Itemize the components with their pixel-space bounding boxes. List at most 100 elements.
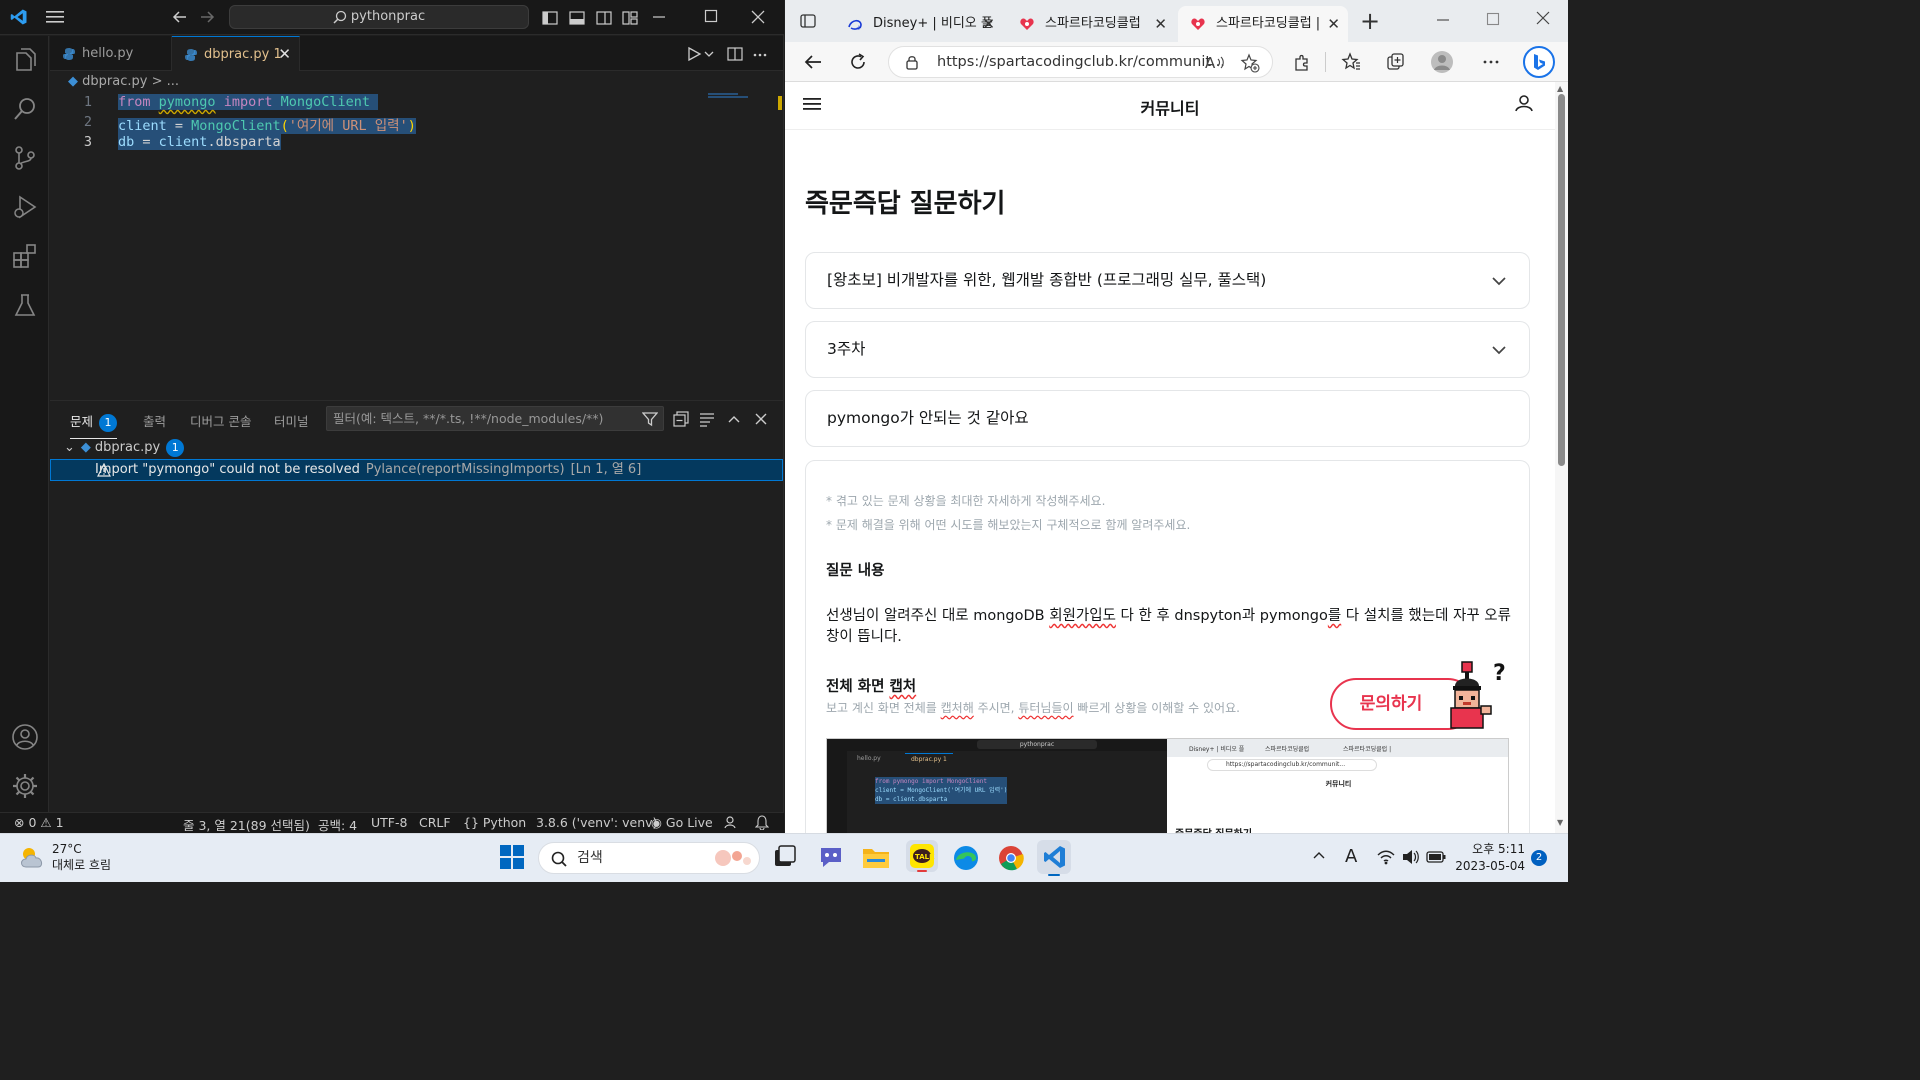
wifi-icon[interactable] (1377, 849, 1395, 865)
close-panel-icon[interactable] (753, 411, 769, 427)
read-aloud-icon[interactable]: A (1205, 53, 1225, 71)
bing-copilot-icon[interactable] (1522, 45, 1556, 79)
status-cursor-position[interactable]: 줄 3, 열 21(89 선택됨) (183, 815, 310, 834)
course-select[interactable]: [왕초보] 비개발자를 위한, 웹개발 종합반 (프로그래밍 실무, 풀스택) (805, 252, 1530, 309)
status-language[interactable]: {} Python (463, 815, 526, 830)
command-center-search[interactable]: pythonprac (229, 5, 529, 29)
volume-icon[interactable] (1402, 849, 1420, 865)
settings-more-icon[interactable] (1481, 52, 1501, 72)
reload-icon[interactable] (848, 52, 868, 72)
collections-icon[interactable] (1386, 52, 1406, 72)
settings-gear-icon[interactable] (11, 772, 39, 800)
breadcrumb[interactable]: ◆ dbprac.py > ... (68, 74, 179, 89)
minimap[interactable] (706, 92, 770, 100)
page-scrollbar[interactable]: ▲ ▼ (1555, 82, 1568, 833)
status-interpreter[interactable]: 3.8.6 ('venv': venv) (536, 815, 657, 830)
toggle-panel-icon[interactable] (569, 10, 585, 26)
battery-icon[interactable] (1426, 850, 1446, 864)
minimize-icon[interactable] (652, 9, 666, 23)
close-window-icon[interactable] (1535, 10, 1551, 26)
tab-debug-console[interactable]: 디버그 콘솔 (190, 411, 251, 430)
problems-file-group[interactable]: ⌄ ◆ dbprac.py 1 (64, 439, 185, 457)
tab-dbprac-py[interactable]: dbprac.py 1 ✕ (172, 36, 300, 71)
extensions-icon[interactable] (11, 242, 39, 270)
question-title-input[interactable]: pymongo가 안되는 것 같아요 (805, 390, 1530, 447)
edge-browser-icon[interactable] (952, 844, 980, 872)
run-debug-icon[interactable] (11, 193, 39, 221)
search-icon[interactable] (11, 95, 39, 123)
favorites-icon[interactable] (1341, 52, 1361, 72)
browser-tab-sparta-active[interactable]: 스파르타코딩클럽 | ✕ (1178, 6, 1348, 42)
account-icon[interactable] (11, 723, 39, 751)
new-tab-button[interactable]: + (1360, 9, 1380, 33)
profile-avatar[interactable] (1430, 50, 1454, 74)
view-as-list-icon[interactable] (699, 411, 715, 427)
source-control-icon[interactable] (11, 144, 39, 172)
notification-count-badge[interactable]: 2 (1531, 850, 1547, 866)
scroll-down-arrow-icon[interactable]: ▼ (1557, 818, 1563, 827)
user-icon[interactable] (1515, 94, 1533, 112)
browser-tab-sparta-1[interactable]: 스파르타코딩클럽 ✕ (1007, 6, 1175, 42)
vscode-taskbar-icon[interactable] (1036, 839, 1072, 877)
status-indentation[interactable]: 공백: 4 (318, 815, 357, 834)
more-actions-icon[interactable] (752, 46, 768, 62)
hamburger-menu-icon[interactable] (46, 10, 64, 24)
close-window-icon[interactable] (750, 9, 766, 25)
tab-hello-py[interactable]: hello.py (50, 36, 172, 71)
browser-tab-disney[interactable]: + Disney+ | 비디오 플 ✕ (835, 6, 1003, 42)
testing-flask-icon[interactable] (11, 291, 39, 319)
question-body-editor[interactable]: * 겪고 있는 문제 상황을 최대한 자세하게 작성해주세요. * 문제 해결을… (805, 460, 1530, 833)
notifications-bell-icon[interactable] (755, 815, 769, 830)
run-file-icon[interactable] (686, 46, 702, 62)
chrome-browser-icon[interactable] (997, 844, 1025, 872)
scroll-up-arrow-icon[interactable]: ▲ (1557, 84, 1563, 93)
close-tab-icon[interactable]: ✕ (278, 37, 291, 72)
scrollbar-thumb[interactable] (1558, 94, 1565, 466)
status-eol[interactable]: CRLF (419, 815, 451, 830)
weather-cloud-icon[interactable] (18, 843, 48, 871)
nav-back-icon[interactable] (172, 9, 188, 25)
week-select[interactable]: 3주차 (805, 321, 1530, 378)
nav-forward-icon[interactable] (199, 9, 215, 25)
system-clock[interactable]: 오후 5:11 2023-05-04 (1453, 841, 1525, 875)
split-editor-icon[interactable] (727, 46, 743, 62)
add-favorite-icon[interactable] (1240, 53, 1260, 73)
chevron-up-icon[interactable] (1312, 849, 1326, 861)
back-arrow-icon[interactable] (803, 52, 823, 72)
status-go-live[interactable]: ◉ Go Live (651, 815, 713, 830)
chevron-down-icon[interactable] (704, 48, 714, 60)
close-tab-icon[interactable]: ✕ (1327, 6, 1340, 42)
tab-output[interactable]: 출력 (143, 411, 166, 430)
minimize-icon[interactable] (1436, 12, 1450, 26)
tab-terminal[interactable]: 터미널 (274, 411, 309, 430)
kakaotalk-icon[interactable]: TALK (905, 839, 939, 873)
taskbar-search-box[interactable]: 검색 (538, 842, 760, 874)
filter-icon[interactable] (642, 411, 658, 427)
screenshot-thumbnail[interactable]: pythonprac hello.py dbprac.py 1 from pym… (826, 738, 1509, 833)
vscode-logo-icon[interactable] (10, 8, 28, 26)
status-problems[interactable]: ⊗ 0 ⚠ 1 (14, 815, 64, 830)
lock-icon[interactable] (905, 54, 919, 70)
toggle-secondary-sidebar-icon[interactable] (596, 10, 612, 26)
close-tab-icon[interactable]: ✕ (1154, 6, 1167, 42)
close-tab-icon[interactable]: ✕ (982, 6, 995, 42)
chat-icon[interactable] (818, 844, 844, 870)
windows-start-icon[interactable] (499, 844, 525, 870)
explorer-icon[interactable] (11, 46, 39, 74)
tab-actions-icon[interactable] (800, 13, 816, 29)
feedback-icon[interactable] (724, 815, 739, 830)
weather-widget[interactable]: 27°C 대체로 흐림 (52, 841, 111, 873)
collapse-all-icon[interactable] (673, 411, 689, 427)
ime-language-icon[interactable]: A (1344, 845, 1360, 867)
toggle-sidebar-icon[interactable] (542, 10, 558, 26)
extensions-icon[interactable] (1292, 52, 1312, 72)
file-explorer-icon[interactable] (862, 844, 890, 870)
code-editor[interactable]: 1 2 3 from pymongo import MongoClient cl… (50, 92, 770, 392)
tab-problems[interactable]: 문제 1 (70, 411, 118, 439)
maximize-panel-icon[interactable] (726, 411, 742, 427)
customize-layout-icon[interactable] (622, 10, 638, 26)
status-encoding[interactable]: UTF-8 (371, 815, 407, 830)
maximize-icon[interactable] (1486, 12, 1500, 26)
task-view-icon[interactable] (774, 844, 796, 870)
maximize-icon[interactable] (704, 9, 718, 23)
